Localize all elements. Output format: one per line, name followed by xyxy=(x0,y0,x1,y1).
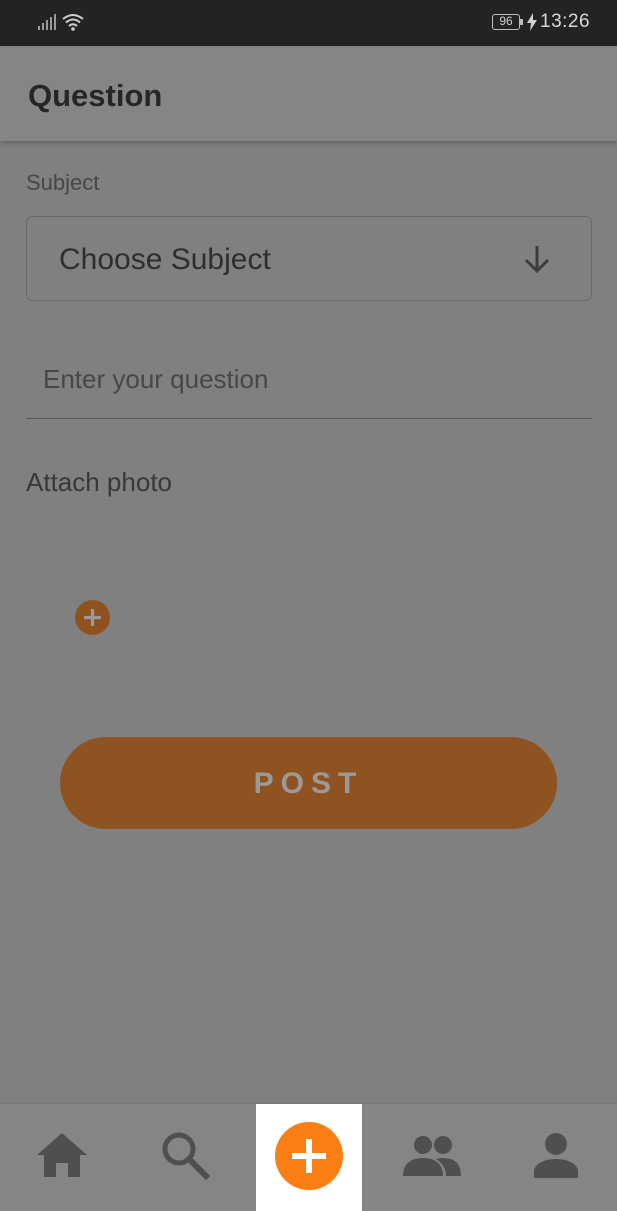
status-time: 13:26 xyxy=(540,11,591,32)
nav-home[interactable] xyxy=(20,1104,104,1211)
subject-label: Subject xyxy=(26,170,100,195)
battery-indicator: 96 xyxy=(492,14,520,30)
nav-search[interactable] xyxy=(143,1104,227,1211)
nav-groups[interactable] xyxy=(390,1104,474,1211)
battery-tip xyxy=(520,19,523,25)
post-button[interactable]: POST xyxy=(60,737,557,829)
arrow-down-icon xyxy=(524,246,550,274)
nav-add[interactable] xyxy=(256,1104,362,1211)
subject-selected-value: Choose Subject xyxy=(59,243,271,276)
group-icon xyxy=(403,1136,461,1176)
add-question-button[interactable] xyxy=(275,1122,343,1190)
person-icon xyxy=(534,1133,578,1178)
status-bar: 96 13:26 xyxy=(0,0,617,46)
search-icon xyxy=(162,1132,210,1180)
attach-photo-label: Attach photo xyxy=(26,467,172,497)
charging-icon xyxy=(527,13,537,31)
bottom-navigation xyxy=(0,1103,617,1211)
page-title: Question xyxy=(28,78,163,113)
wifi-icon xyxy=(62,14,84,31)
attach-photo-add-button[interactable] xyxy=(75,600,110,635)
post-button-label: POST xyxy=(253,767,364,800)
nav-profile[interactable] xyxy=(514,1104,598,1211)
subject-dropdown[interactable]: Choose Subject xyxy=(26,216,592,301)
add-icon xyxy=(292,1139,326,1173)
question-input[interactable]: Enter your question xyxy=(26,340,592,419)
signal-icon xyxy=(38,14,56,30)
plus-icon xyxy=(84,609,101,626)
app-bar: Question xyxy=(0,46,617,141)
home-icon xyxy=(37,1133,87,1177)
question-placeholder: Enter your question xyxy=(43,364,269,394)
